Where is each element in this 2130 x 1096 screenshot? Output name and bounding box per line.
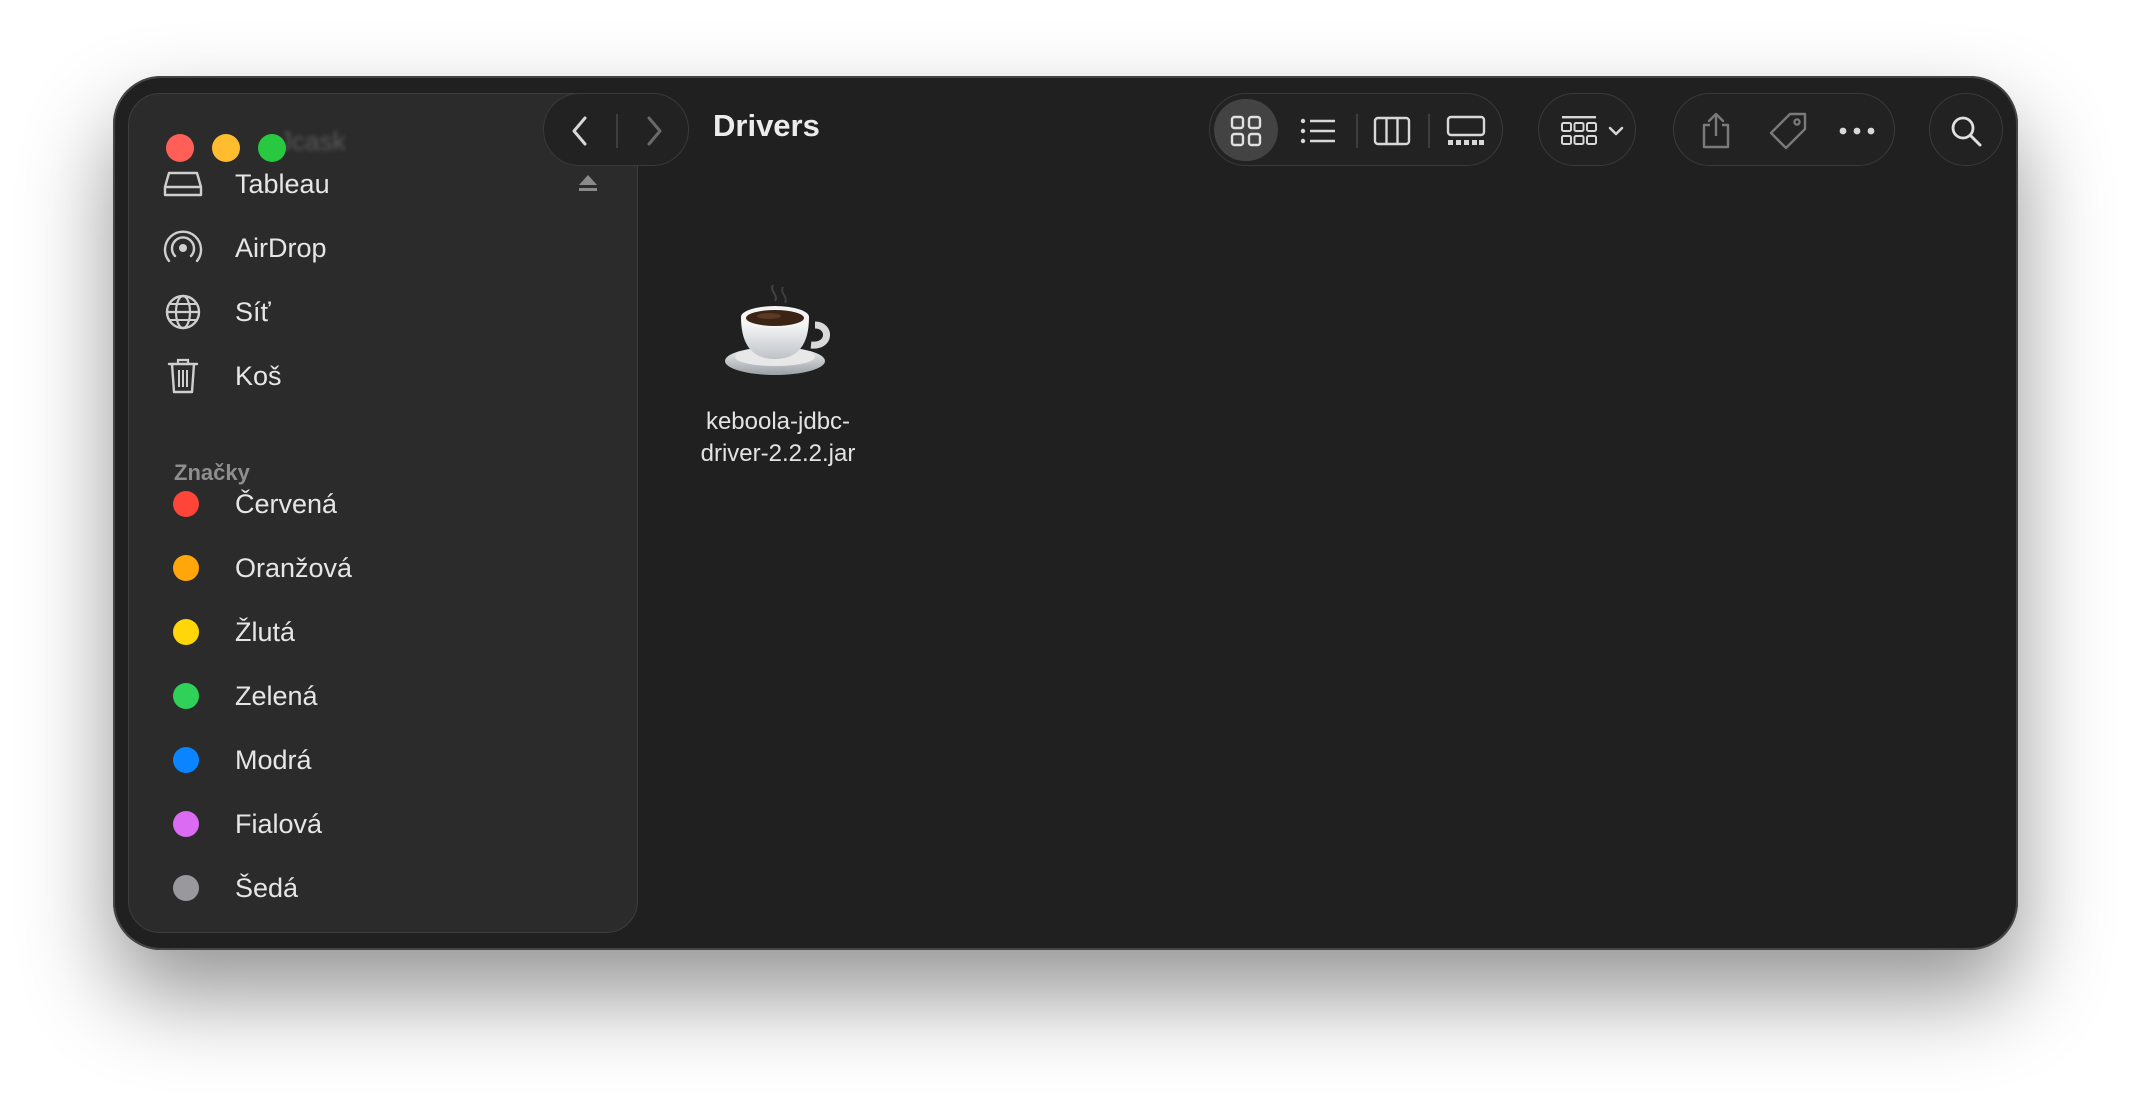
forward-button[interactable] bbox=[618, 94, 690, 167]
sidebar-item-label: Síť bbox=[235, 296, 271, 327]
sidebar-item-label: Koš bbox=[235, 360, 282, 391]
group-grid-icon bbox=[1553, 94, 1605, 167]
sidebar-item-label: AirDrop bbox=[235, 232, 327, 263]
actions-group bbox=[1673, 93, 1895, 166]
eject-icon[interactable] bbox=[577, 172, 599, 194]
view-mode-group bbox=[1209, 93, 1503, 166]
sidebar-ghost-label: Jcask bbox=[279, 126, 346, 156]
file-name-line: driver-2.2.2.jar bbox=[700, 440, 856, 467]
tag-color-dot bbox=[173, 619, 199, 645]
sidebar-item-network[interactable]: Síť bbox=[129, 284, 637, 340]
tag-color-dot bbox=[173, 875, 199, 901]
back-button[interactable] bbox=[544, 94, 616, 167]
sidebar-item-label: Modrá bbox=[235, 744, 312, 775]
divider bbox=[1356, 114, 1358, 148]
sidebar-item-label: Oranžová bbox=[235, 552, 353, 583]
sidebar-item-trash[interactable]: Koš bbox=[129, 348, 637, 404]
chevron-left-icon bbox=[572, 116, 587, 145]
columns-icon bbox=[1373, 116, 1411, 145]
navigation-group bbox=[543, 93, 689, 166]
sidebar-tag-orange[interactable]: Oranžová bbox=[129, 540, 637, 596]
sidebar-tag-purple[interactable]: Fialová bbox=[129, 796, 637, 852]
tag-color-dot bbox=[173, 491, 199, 517]
sidebar-tag-gray[interactable]: Šedá bbox=[129, 860, 637, 916]
drive-icon bbox=[163, 164, 203, 204]
window-title: Drivers bbox=[713, 108, 820, 143]
list-icon bbox=[1300, 118, 1335, 143]
file-name-line: keboola-jdbc- bbox=[705, 408, 851, 435]
trash-icon bbox=[163, 356, 203, 396]
sidebar-item-label: Žlutá bbox=[235, 616, 296, 647]
sidebar-item-airdrop[interactable]: AirDrop bbox=[129, 220, 637, 276]
file-item[interactable]: keboola-jdbc- driver-2.2.2.jar bbox=[683, 266, 873, 470]
sidebar-item-label: Červená bbox=[235, 488, 338, 519]
sidebar: Jcask Tableau AirDrop Síť Koš Značky Čer… bbox=[128, 93, 638, 933]
airdrop-icon bbox=[163, 228, 203, 268]
sidebar-tag-green[interactable]: Zelená bbox=[129, 668, 637, 724]
chevron-down-icon bbox=[1605, 94, 1627, 167]
sidebar-tag-yellow[interactable]: Žlutá bbox=[129, 604, 637, 660]
tag-button[interactable] bbox=[1756, 94, 1820, 167]
tag-color-dot bbox=[173, 747, 199, 773]
icon-view-button[interactable] bbox=[1214, 94, 1278, 167]
sidebar-item-label: Fialová bbox=[235, 808, 323, 839]
network-globe-icon bbox=[163, 292, 203, 332]
more-button[interactable] bbox=[1826, 94, 1888, 167]
file-name-label: keboola-jdbc- driver-2.2.2.jar bbox=[683, 406, 873, 470]
sidebar-item-label: Šedá bbox=[235, 872, 299, 903]
sidebar-item-label: Zelená bbox=[235, 680, 318, 711]
grid-icon bbox=[1230, 115, 1262, 146]
tag-color-dot bbox=[173, 811, 199, 837]
share-icon bbox=[1702, 112, 1730, 148]
group-by-menu[interactable] bbox=[1538, 93, 1636, 166]
list-view-button[interactable] bbox=[1286, 94, 1350, 167]
sidebar-item-label: Tableau bbox=[235, 168, 330, 199]
tag-color-dot bbox=[173, 683, 199, 709]
search-button[interactable] bbox=[1929, 93, 2003, 166]
tag-icon bbox=[1769, 112, 1807, 149]
share-button[interactable] bbox=[1686, 94, 1746, 167]
ellipsis-icon bbox=[1839, 127, 1875, 134]
search-icon bbox=[1930, 94, 2002, 167]
divider bbox=[1428, 114, 1430, 148]
chevron-right-icon bbox=[647, 116, 662, 145]
gallery-icon bbox=[1446, 115, 1486, 145]
column-view-button[interactable] bbox=[1360, 94, 1424, 167]
sidebar-tag-blue[interactable]: Modrá bbox=[129, 732, 637, 788]
sidebar-tag-red[interactable]: Červená bbox=[129, 476, 637, 532]
gallery-view-button[interactable] bbox=[1432, 94, 1500, 167]
finder-window: Jcask Tableau AirDrop Síť Koš Značky Čer… bbox=[113, 76, 2018, 950]
java-coffee-cup-icon bbox=[683, 266, 873, 396]
tag-color-dot bbox=[173, 555, 199, 581]
